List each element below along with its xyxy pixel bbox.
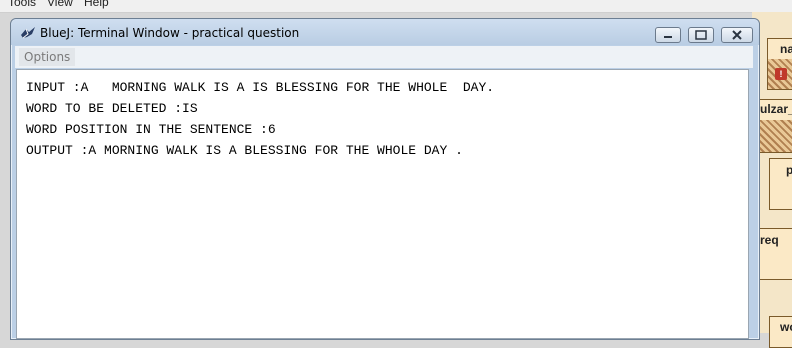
bluej-bird-icon bbox=[20, 26, 36, 40]
menu-view[interactable]: View bbox=[47, 0, 73, 8]
class-label-p: p bbox=[786, 163, 792, 177]
terminal-line: INPUT :A MORNING WALK IS A IS BLESSING F… bbox=[26, 80, 495, 95]
class-label-ulzar: ulzar_ bbox=[760, 102, 792, 116]
class-box-wo[interactable]: wo bbox=[769, 316, 792, 348]
close-icon bbox=[732, 30, 742, 40]
terminal-line: OUTPUT :A MORNING WALK IS A BLESSING FOR… bbox=[26, 143, 463, 158]
menu-options[interactable]: Options bbox=[19, 48, 76, 66]
menu-tools[interactable]: Tools bbox=[8, 0, 36, 8]
title-bar[interactable]: BlueJ: Terminal Window - practical quest… bbox=[11, 19, 759, 45]
error-icon: ! bbox=[775, 68, 787, 80]
background-menubar: Tools View Help bbox=[0, 0, 792, 13]
minimize-button[interactable] bbox=[655, 27, 681, 43]
terminal-output[interactable]: INPUT :A MORNING WALK IS A IS BLESSING F… bbox=[16, 69, 749, 339]
window-menubar: Options bbox=[15, 46, 753, 68]
class-label-na: na bbox=[780, 42, 792, 56]
menu-help[interactable]: Help bbox=[84, 0, 109, 8]
minimize-icon bbox=[664, 36, 672, 38]
class-label-wo: wo bbox=[780, 320, 792, 334]
maximize-button[interactable] bbox=[688, 27, 714, 43]
class-box-na[interactable]: na ! bbox=[767, 38, 792, 90]
class-box-ulzar-body bbox=[758, 120, 792, 152]
terminal-line: WORD TO BE DELETED :IS bbox=[26, 101, 198, 116]
class-label-req: req bbox=[760, 233, 779, 247]
maximize-icon bbox=[695, 30, 707, 40]
class-box-p[interactable]: p bbox=[769, 158, 792, 210]
close-button[interactable] bbox=[721, 27, 753, 43]
class-box-req[interactable]: req bbox=[757, 228, 792, 280]
window-title: BlueJ: Terminal Window - practical quest… bbox=[40, 26, 300, 40]
class-box-ulzar[interactable]: ulzar_ bbox=[757, 99, 792, 153]
terminal-line: WORD POSITION IN THE SENTENCE :6 bbox=[26, 122, 276, 137]
terminal-window: BlueJ: Terminal Window - practical quest… bbox=[10, 18, 760, 340]
